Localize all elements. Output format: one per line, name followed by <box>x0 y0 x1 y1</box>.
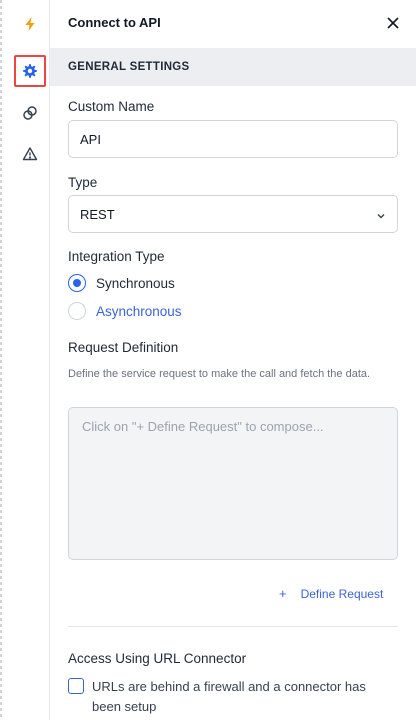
plus-icon: + <box>279 586 287 601</box>
left-rail <box>0 0 50 720</box>
type-label: Type <box>68 175 98 190</box>
define-request-button[interactable]: + Define Request <box>279 586 383 601</box>
custom-name-input[interactable]: API <box>68 120 398 158</box>
radio-asynchronous[interactable]: Asynchronous <box>68 302 182 320</box>
firewall-checkbox-row[interactable]: URLs are behind a firewall and a connect… <box>68 677 398 717</box>
radio-button[interactable] <box>68 302 86 320</box>
panel-title: Connect to API <box>68 15 161 30</box>
section-title: GENERAL SETTINGS <box>50 48 416 86</box>
radio-synchronous[interactable]: Synchronous <box>68 274 175 292</box>
custom-name-value: API <box>80 131 101 147</box>
radio-label-asynchronous: Asynchronous <box>96 303 182 319</box>
chevron-down-icon <box>376 209 386 224</box>
custom-name-label: Custom Name <box>68 99 155 114</box>
link-icon[interactable] <box>14 97 46 129</box>
firewall-checkbox-label: URLs are behind a firewall and a connect… <box>92 679 366 714</box>
lightning-icon[interactable] <box>14 8 46 40</box>
request-definition-textarea[interactable]: Click on "+ Define Request" to compose..… <box>68 407 398 560</box>
radio-label-synchronous: Synchronous <box>96 275 175 291</box>
define-request-label: Define Request <box>300 586 384 601</box>
type-select[interactable]: REST <box>68 195 398 233</box>
divider <box>68 626 398 627</box>
radio-button-checked[interactable] <box>68 274 86 292</box>
integration-type-label: Integration Type <box>68 249 165 264</box>
request-definition-help: Define the service request to make the c… <box>68 368 371 380</box>
firewall-checkbox[interactable] <box>68 678 84 694</box>
gear-icon[interactable] <box>14 55 46 87</box>
access-url-connector-label: Access Using URL Connector <box>68 651 247 666</box>
panel-header: Connect to API <box>50 0 416 48</box>
request-definition-label: Request Definition <box>68 340 179 355</box>
warning-icon[interactable] <box>14 138 46 170</box>
close-icon[interactable] <box>386 16 402 32</box>
rail-dotted-border <box>0 0 2 720</box>
type-select-value: REST <box>80 206 115 222</box>
